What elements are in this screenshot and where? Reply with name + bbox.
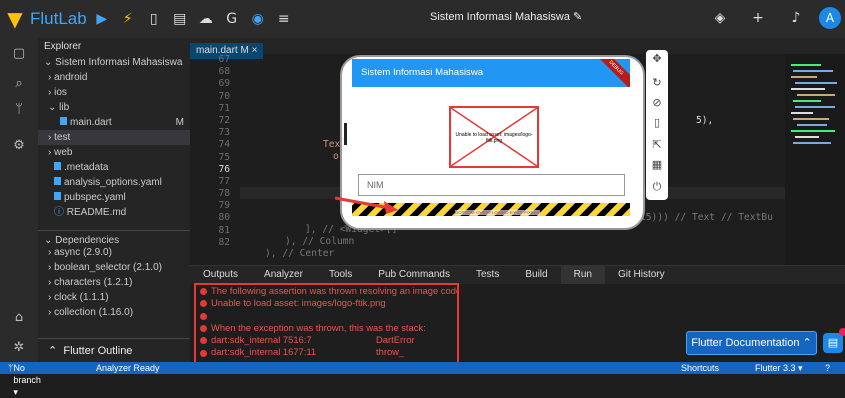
error-line: dart:sdk_internal 7516:7 DartError	[196, 334, 457, 346]
tab-tools[interactable]: Tools	[316, 266, 365, 284]
tab-outputs[interactable]: Outputs	[190, 266, 251, 284]
status-bar: ᛘ No branch ▾ Analyzer Ready Shortcuts F…	[0, 362, 845, 397]
error-line: dart:sdk_internal 1677:11 throw_	[196, 346, 457, 358]
error-line: When the exception was thrown, this was …	[196, 322, 457, 334]
error-icon	[200, 349, 207, 357]
branch-indicator[interactable]: ᛘ No branch ▾	[8, 362, 41, 397]
error-line: Unable to load asset: images/logo-ftik.p…	[196, 297, 457, 309]
error-icon	[200, 312, 207, 320]
error-icon	[200, 300, 207, 308]
flutter-version-select[interactable]: Flutter 3.3 ▾	[755, 362, 803, 374]
tab-pub-commands[interactable]: Pub Commands	[365, 266, 463, 284]
tab-run[interactable]: Run	[560, 266, 605, 284]
flutter-documentation-button[interactable]: Flutter Documentation ⌃	[686, 331, 817, 355]
error-icon	[200, 324, 207, 332]
tab-build[interactable]: Build	[512, 266, 560, 284]
error-icon	[200, 288, 207, 296]
analyzer-status: Analyzer Ready	[96, 363, 160, 373]
error-log: The following assertion was thrown resol…	[194, 283, 459, 365]
error-line	[196, 310, 457, 322]
help-icon[interactable]: ?	[825, 362, 830, 374]
notification-badge	[839, 328, 845, 336]
chat-icon[interactable]: ▤	[823, 333, 843, 353]
tab-tests[interactable]: Tests	[463, 266, 512, 284]
tab-analyzer[interactable]: Analyzer	[251, 266, 316, 284]
shortcuts-link[interactable]: Shortcuts	[681, 362, 719, 374]
error-line: The following assertion was thrown resol…	[196, 285, 457, 297]
panel-tabs: Outputs Analyzer Tools Pub Commands Test…	[190, 266, 845, 284]
tab-git-history[interactable]: Git History	[605, 266, 678, 284]
error-icon	[200, 337, 207, 345]
